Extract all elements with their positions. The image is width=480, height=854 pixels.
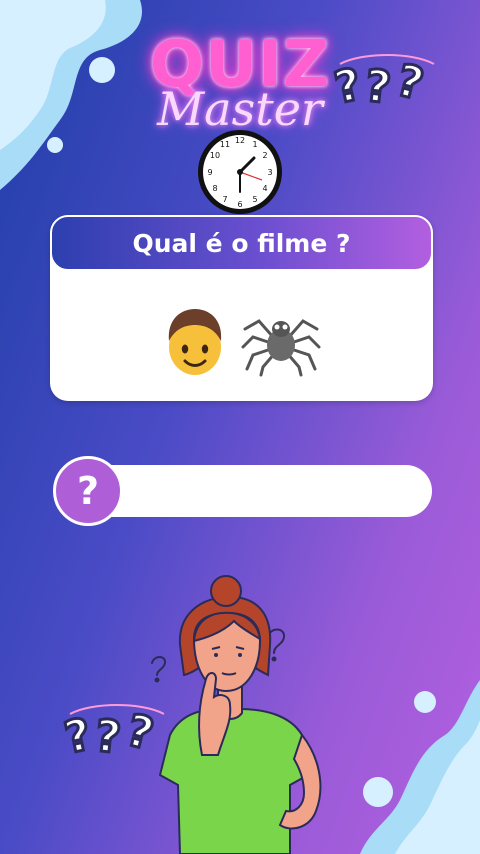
svg-text:?: ?: [62, 709, 96, 760]
svg-text:?: ?: [363, 60, 394, 110]
svg-text:4: 4: [262, 184, 267, 193]
man-emoji-icon: [168, 309, 221, 375]
svg-text:9: 9: [207, 168, 212, 177]
svg-text:7: 7: [222, 195, 227, 204]
question-marks-doodle-top: ? ? ?: [332, 53, 435, 110]
bottom-right-blob: [360, 680, 480, 854]
svg-text:10: 10: [210, 151, 220, 160]
svg-text:3: 3: [267, 168, 272, 177]
svg-text:5: 5: [252, 195, 257, 204]
spider-emoji-icon: [241, 319, 320, 377]
emoji-clues: [50, 307, 433, 377]
svg-text:6: 6: [237, 200, 242, 209]
svg-text:8: 8: [212, 184, 217, 193]
clock-icon: 12 12 345 678 91011: [198, 130, 282, 214]
answer-badge: ?: [53, 456, 123, 526]
svg-text:?: ?: [93, 710, 124, 760]
question-card: Qual é o filme ?: [50, 215, 433, 401]
svg-text:12: 12: [235, 136, 245, 145]
question-title: Qual é o filme ?: [50, 215, 433, 271]
svg-text:?: ?: [332, 59, 366, 110]
svg-text:?: ?: [391, 55, 428, 110]
svg-text:2: 2: [262, 151, 267, 160]
svg-text:1: 1: [252, 140, 257, 149]
svg-text:11: 11: [220, 140, 230, 149]
thinking-woman-illustration: [151, 575, 322, 854]
